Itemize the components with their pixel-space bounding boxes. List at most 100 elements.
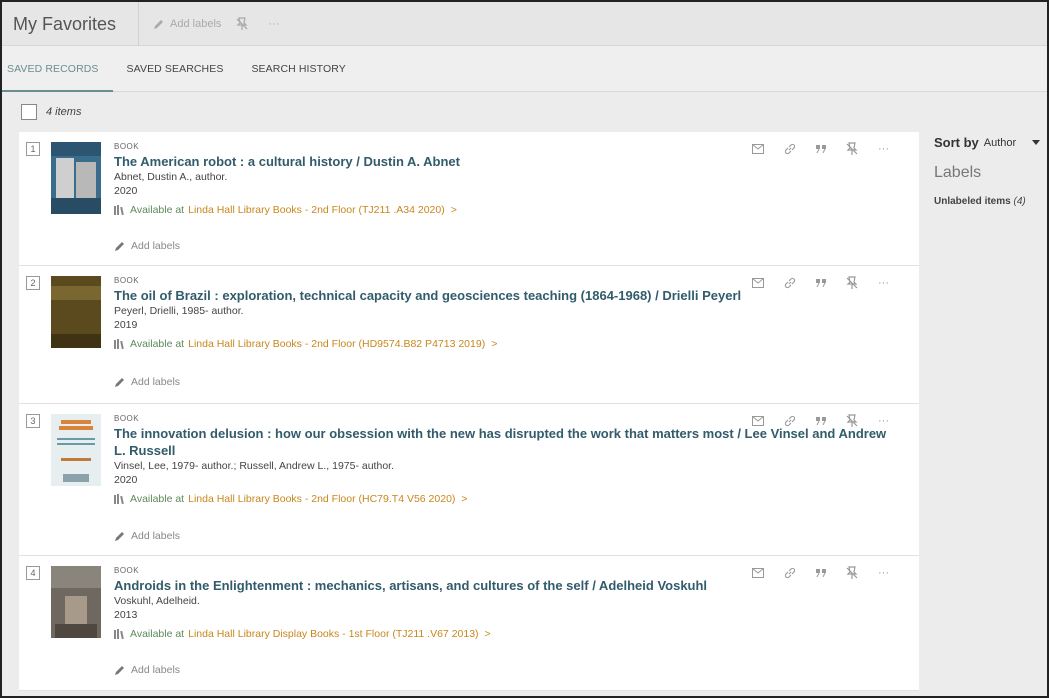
selection-bar: 4 items [2, 92, 1047, 132]
book-cover-image[interactable] [51, 414, 101, 486]
availability-location: Linda Hall Library Books - 2nd Floor (HC… [188, 493, 456, 505]
item-year: 2019 [114, 319, 138, 331]
citation-icon[interactable] [816, 569, 826, 577]
sort-by-label: Sort by [934, 135, 979, 150]
add-labels-label: Add labels [131, 240, 181, 252]
tab-saved-searches[interactable]: SAVED SEARCHES [113, 46, 238, 92]
unlabeled-items-count: (4) [1013, 196, 1026, 207]
list-item: 2 BOOK The oil of Brazil : exploration, … [19, 266, 919, 404]
add-labels-label: Add labels [131, 664, 181, 676]
link-icon[interactable] [784, 567, 796, 579]
unpin-icon [236, 16, 248, 30]
book-shelf-icon [114, 339, 124, 349]
item-number: 4 [26, 566, 40, 580]
tab-bar: SAVED RECORDS SAVED SEARCHES SEARCH HIST… [2, 46, 1047, 92]
saved-records-list: 1 BOOK The American robot : a cultural h… [19, 132, 919, 691]
labels-heading: Labels [934, 164, 982, 181]
item-title-link[interactable]: The innovation delusion : how our obsess… [114, 425, 899, 459]
unlabeled-items-label: Unlabeled items [934, 196, 1011, 207]
list-item: 1 BOOK The American robot : a cultural h… [19, 132, 919, 266]
pencil-icon [115, 242, 124, 251]
availability-link[interactable]: Available at Linda Hall Library Books - … [114, 204, 899, 216]
availability-status: Available at [130, 204, 185, 216]
availability-status: Available at [130, 628, 185, 640]
book-shelf-icon [114, 629, 124, 639]
availability-link[interactable]: Available at Linda Hall Library Books - … [114, 493, 899, 505]
item-number: 2 [26, 276, 40, 290]
email-icon[interactable] [752, 568, 764, 578]
book-cover-image[interactable] [51, 142, 101, 214]
unpin-button[interactable] [235, 16, 254, 31]
list-item: 3 BOOK The innovation delusion : how our… [19, 404, 919, 556]
chevron-right-icon: > [484, 628, 491, 640]
select-all-checkbox[interactable] [21, 104, 37, 120]
item-actions: ··· [752, 414, 889, 428]
tab-saved-records[interactable]: SAVED RECORDS [2, 46, 113, 92]
book-cover-image[interactable] [51, 276, 101, 348]
link-icon[interactable] [784, 143, 796, 155]
item-year: 2020 [114, 474, 138, 486]
pencil-icon [154, 19, 164, 29]
favorites-sidebar: Sort by Author Labels Unlabeled items (4… [934, 135, 1044, 207]
add-labels-label: Add labels [170, 17, 222, 30]
unpin-icon[interactable] [846, 414, 858, 428]
more-actions-button[interactable]: ··· [878, 143, 889, 155]
availability-link[interactable]: Available at Linda Hall Library Display … [114, 628, 899, 640]
item-actions: ··· [752, 566, 889, 580]
page-title: My Favorites [2, 1, 140, 46]
favorites-toolbar: My Favorites Add labels ··· [2, 1, 1047, 46]
book-shelf-icon [114, 205, 124, 215]
availability-status: Available at [130, 493, 185, 505]
chevron-right-icon: > [491, 338, 498, 350]
tab-search-history[interactable]: SEARCH HISTORY [237, 46, 359, 92]
book-cover-image[interactable] [51, 566, 101, 638]
email-icon[interactable] [752, 278, 764, 288]
pencil-icon [115, 666, 124, 675]
add-labels-link[interactable]: Add labels [114, 664, 180, 676]
item-year: 2020 [114, 185, 138, 197]
unpin-icon[interactable] [846, 142, 858, 156]
items-count: 4 items [46, 106, 82, 118]
add-labels-label: Add labels [131, 530, 181, 542]
item-author: Peyerl, Drielli, 1985- author. [114, 305, 244, 317]
more-actions-button[interactable]: ··· [268, 18, 279, 30]
sort-by-control[interactable]: Sort by Author [934, 135, 1044, 150]
citation-icon[interactable] [816, 279, 826, 287]
availability-location: Linda Hall Library Books - 2nd Floor (TJ… [188, 204, 445, 216]
citation-icon[interactable] [816, 417, 826, 425]
caret-down-icon [1032, 140, 1041, 145]
item-number: 1 [26, 142, 40, 156]
chevron-right-icon: > [450, 204, 457, 216]
item-author: Vinsel, Lee, 1979- author.; Russell, And… [114, 460, 394, 472]
add-labels-button[interactable]: Add labels [153, 18, 221, 30]
add-labels-link[interactable]: Add labels [114, 376, 180, 388]
item-actions: ··· [752, 276, 889, 290]
unpin-icon[interactable] [846, 276, 858, 290]
book-shelf-icon [114, 494, 124, 504]
add-labels-label: Add labels [131, 376, 181, 388]
email-icon[interactable] [752, 144, 764, 154]
add-labels-link[interactable]: Add labels [114, 530, 180, 542]
more-actions-button[interactable]: ··· [878, 567, 889, 579]
pencil-icon [115, 532, 124, 541]
availability-location: Linda Hall Library Display Books - 1st F… [188, 628, 479, 640]
availability-status: Available at [130, 338, 185, 350]
availability-location: Linda Hall Library Books - 2nd Floor (HD… [188, 338, 486, 350]
unlabeled-items-link[interactable]: Unlabeled items (4) [934, 196, 1044, 207]
item-actions: ··· [752, 142, 889, 156]
item-year: 2013 [114, 609, 138, 621]
link-icon[interactable] [784, 415, 796, 427]
add-labels-link[interactable]: Add labels [114, 240, 180, 252]
link-icon[interactable] [784, 277, 796, 289]
more-actions-button[interactable]: ··· [878, 277, 889, 289]
email-icon[interactable] [752, 416, 764, 426]
item-author: Abnet, Dustin A., author. [114, 171, 228, 183]
chevron-right-icon: > [461, 493, 468, 505]
item-author: Voskuhl, Adelheid. [114, 595, 200, 607]
availability-link[interactable]: Available at Linda Hall Library Books - … [114, 338, 899, 350]
more-actions-button[interactable]: ··· [878, 415, 889, 427]
item-number: 3 [26, 414, 40, 428]
unpin-icon[interactable] [846, 566, 858, 580]
citation-icon[interactable] [816, 145, 826, 153]
sort-by-value: Author [983, 136, 1017, 149]
